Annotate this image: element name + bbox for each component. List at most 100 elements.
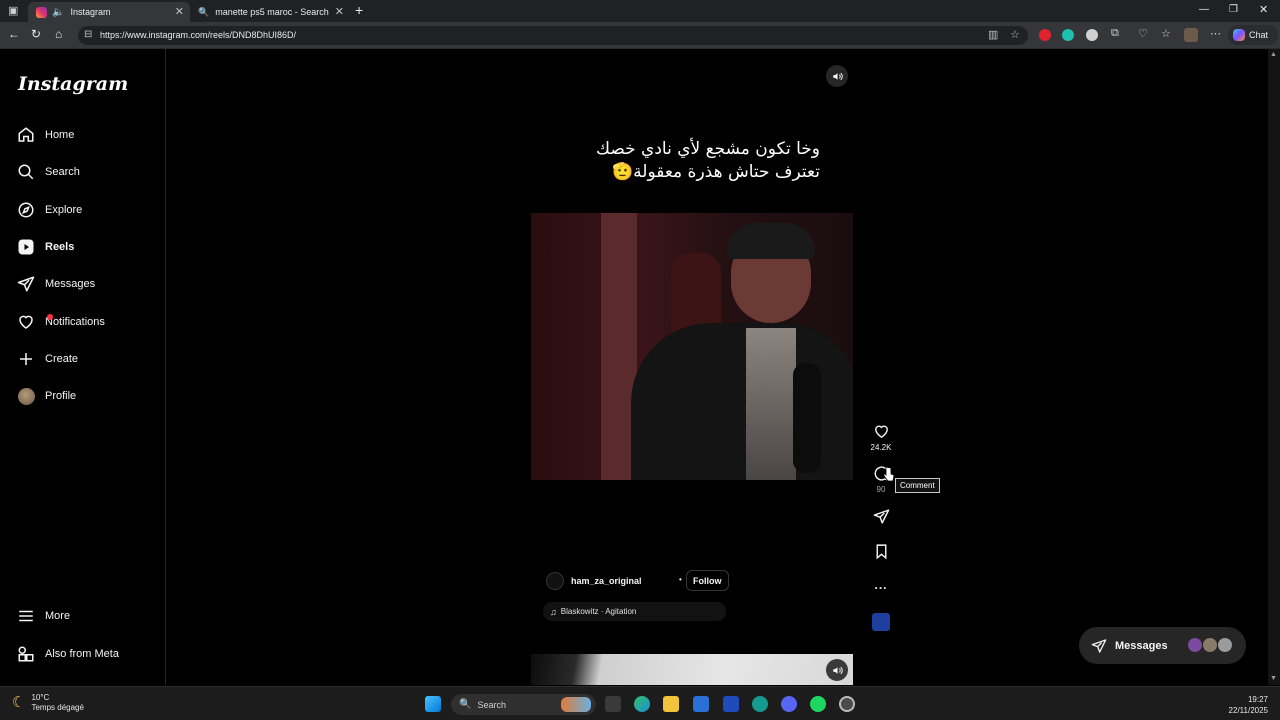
minimize-icon[interactable]: — <box>1199 4 1209 15</box>
like-count: 24.2K <box>870 443 892 452</box>
sidebar-item-meta[interactable]: Also from Meta <box>16 641 119 667</box>
chat-avatar <box>1217 637 1233 653</box>
app-circle-icon[interactable] <box>839 696 855 712</box>
extension-red-icon[interactable] <box>1039 29 1051 41</box>
reels-icon <box>16 237 36 257</box>
settings-more-icon[interactable]: ⋯ <box>1210 27 1221 40</box>
speaker-icon <box>832 72 843 80</box>
site-info-icon[interactable]: ⊟ <box>84 29 92 40</box>
extension-teal-icon[interactable] <box>1062 29 1074 41</box>
close-tab-icon[interactable]: ✕ <box>175 5 184 18</box>
microphone <box>793 363 821 473</box>
home-icon[interactable]: ⌂ <box>55 27 62 41</box>
back-icon[interactable]: ← <box>8 27 20 41</box>
heart-icon <box>16 312 36 332</box>
start-windows-icon[interactable] <box>425 696 441 712</box>
home-icon <box>16 125 36 145</box>
favorite-star-icon[interactable]: ☆ <box>1010 28 1020 41</box>
app-l-icon[interactable] <box>723 696 739 712</box>
like-action[interactable]: 24.2K <box>870 423 892 452</box>
reel-video[interactable] <box>531 213 853 480</box>
audio-thumbnail[interactable] <box>872 613 890 631</box>
share-action[interactable] <box>872 508 890 525</box>
close-window-icon[interactable]: ✕ <box>1259 3 1268 16</box>
weather-desc: Temps dégagé <box>31 703 84 712</box>
sidebar-item-more[interactable]: More <box>16 603 70 629</box>
sidebar-item-notifications[interactable]: Notifications <box>16 309 105 335</box>
browser-essentials-icon[interactable]: ♡ <box>1138 27 1148 40</box>
read-view-icon[interactable]: ▥ <box>988 28 998 41</box>
caption-line: تعترف حتاش هذرة معقولة🫡 <box>611 162 820 182</box>
sidebar-item-explore[interactable]: Explore <box>16 197 82 223</box>
extensions-puzzle-icon[interactable]: ⧉ <box>1111 27 1119 40</box>
profile-avatar-icon[interactable] <box>1184 28 1198 42</box>
extension-grey-icon[interactable] <box>1086 29 1098 41</box>
sidebar-item-messages[interactable]: Messages <box>16 271 95 297</box>
sidebar-item-home[interactable]: Home <box>16 122 74 148</box>
more-dots-icon: ... <box>874 578 888 592</box>
comment-count: 90 <box>876 485 886 494</box>
share-icon <box>873 509 889 524</box>
chat-avatar <box>1202 637 1218 653</box>
clock-date: 22/11/2025 <box>1228 706 1268 715</box>
refresh-icon[interactable]: ↻ <box>31 27 41 41</box>
app-teal-icon[interactable] <box>752 696 768 712</box>
close-tab-icon[interactable]: ✕ <box>335 5 344 18</box>
system-clock[interactable]: 19:27 22/11/2025 <box>1222 694 1268 716</box>
page-scrollbar[interactable]: ▲ ▼ <box>1268 49 1280 685</box>
search-icon <box>16 162 36 182</box>
scroll-down-icon[interactable]: ▼ <box>1270 675 1277 682</box>
copilot-icon <box>1233 29 1245 41</box>
sidebar-item-label: Notifications <box>45 316 105 328</box>
browser-tab-bar: ▣ 🔈 Instagram ✕ 🔍 manette ps5 maroc - Se… <box>0 0 1280 22</box>
messages-dock[interactable]: Messages <box>1079 627 1246 664</box>
tab-instagram[interactable]: 🔈 Instagram ✕ <box>28 2 190 22</box>
audio-track[interactable]: ♫ Blaskowitz · Agitation <box>543 602 726 621</box>
file-explorer-icon[interactable] <box>663 696 679 712</box>
author-avatar[interactable] <box>546 572 564 590</box>
sidebar-item-create[interactable]: Create <box>16 346 78 372</box>
taskbar-search[interactable]: 🔍 Search <box>451 694 596 715</box>
sidebar-item-label: Messages <box>45 278 96 290</box>
save-action[interactable] <box>872 543 890 560</box>
author-username[interactable]: ham_za_original <box>571 576 642 586</box>
meta-apps-icon <box>16 644 36 664</box>
caption-line: وخا تكون مشجع لأي نادي خصك <box>596 139 820 159</box>
favorites-icon[interactable]: ☆ <box>1161 27 1171 40</box>
separator-dot: • <box>679 575 682 584</box>
sidebar-item-label: Home <box>45 129 75 141</box>
chat-avatar <box>1187 637 1203 653</box>
edge-browser-icon[interactable] <box>634 696 650 712</box>
sidebar-item-label: Explore <box>45 204 83 216</box>
url-field[interactable]: ⊟ https://www.instagram.com/reels/DND8Dh… <box>78 26 1028 45</box>
restore-icon[interactable]: ❐ <box>1229 4 1238 15</box>
reel-author[interactable]: ham_za_original <box>546 571 642 591</box>
mute-toggle-button[interactable] <box>826 65 848 87</box>
instagram-logo[interactable]: Instagram <box>18 73 128 95</box>
tab-search[interactable]: 🔍 manette ps5 maroc - Search ✕ <box>190 2 350 22</box>
spotify-icon[interactable] <box>810 696 826 712</box>
sidebar-item-reels[interactable]: Reels <box>16 234 74 260</box>
follow-button[interactable]: Follow <box>686 570 729 591</box>
plus-icon <box>16 349 36 369</box>
tab-actions-icon[interactable]: ▣ <box>8 4 18 17</box>
store-icon[interactable] <box>693 696 709 712</box>
sidebar-item-search[interactable]: Search <box>16 159 80 185</box>
copilot-chat-button[interactable]: Chat <box>1228 25 1278 45</box>
weather-widget[interactable]: ☾ 10°C Temps dégagé <box>12 693 84 713</box>
more-options-action[interactable]: ... <box>872 578 890 592</box>
weather-temp: 10°C <box>31 693 50 702</box>
next-reel-mute-button[interactable] <box>826 659 848 681</box>
scroll-up-icon[interactable]: ▲ <box>1270 51 1277 58</box>
sidebar-item-label: Create <box>45 353 79 365</box>
sidebar-item-profile[interactable]: Profile <box>16 383 76 409</box>
heart-icon <box>874 425 888 439</box>
next-reel-preview[interactable] <box>531 654 853 685</box>
task-view-icon[interactable] <box>605 696 621 712</box>
new-tab-button[interactable]: + <box>355 2 363 18</box>
search-highlight-icon <box>561 697 591 712</box>
discord-icon[interactable] <box>781 696 797 712</box>
sidebar-item-label: Search <box>45 166 80 178</box>
speaker-icon[interactable]: 🔈 <box>52 7 64 18</box>
instagram-favicon-icon <box>36 6 47 18</box>
